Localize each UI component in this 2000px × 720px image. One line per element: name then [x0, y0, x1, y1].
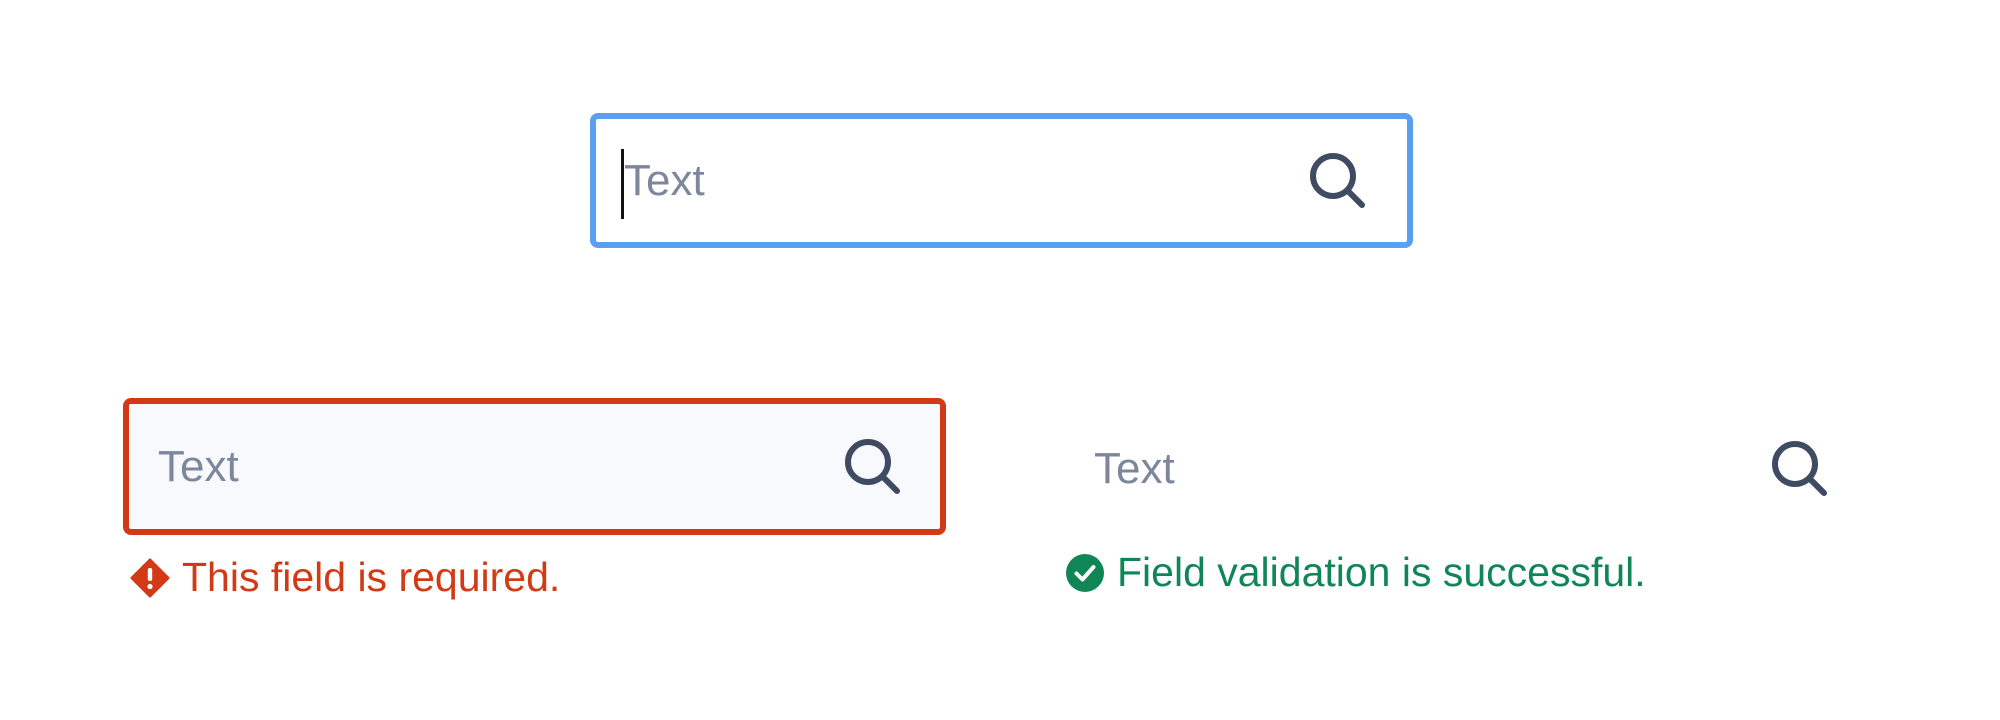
search-field-focused[interactable]: Text — [590, 113, 1413, 248]
search-field-error[interactable]: Text — [123, 398, 946, 535]
search-icon[interactable] — [1305, 148, 1371, 214]
search-placeholder: Text — [158, 441, 239, 491]
search-icon[interactable] — [840, 434, 906, 500]
search-placeholder: Text — [1094, 443, 1175, 493]
check-circle-icon — [1065, 553, 1105, 593]
success-message: Field validation is successful. — [1065, 552, 1646, 593]
error-message: This field is required. — [130, 557, 560, 598]
success-message-text: Field validation is successful. — [1117, 549, 1646, 595]
alert-diamond-icon — [130, 558, 170, 598]
search-icon[interactable] — [1767, 436, 1833, 502]
search-placeholder: Text — [624, 155, 705, 205]
error-message-text: This field is required. — [182, 554, 561, 600]
search-field-success[interactable]: Text — [1064, 400, 1877, 537]
